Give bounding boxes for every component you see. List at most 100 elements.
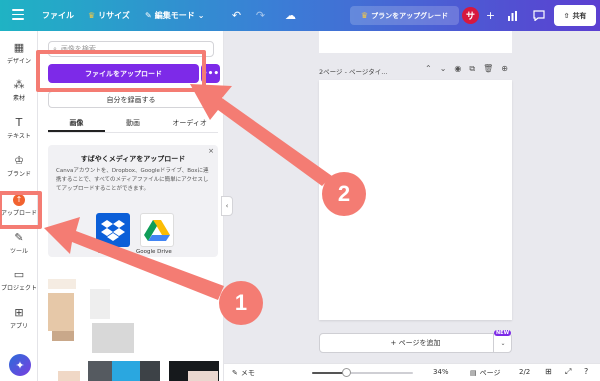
highlight-upload-rail-item	[0, 191, 42, 229]
zoom-slider-handle[interactable]	[342, 368, 351, 377]
google-drive-icon	[144, 220, 170, 241]
promo-title: すばやくメディアをアップロード	[80, 155, 186, 163]
undo-icon[interactable]: ↶	[228, 7, 245, 24]
page-toolbar: ⌃ ⌄ ◉ ⧉ 🗑 ⊕	[425, 64, 508, 74]
share-label: 共有	[572, 11, 587, 20]
collapse-panel-button[interactable]: ‹	[221, 196, 233, 216]
new-badge: NEW	[494, 330, 512, 336]
draw-icon: ✎	[14, 231, 24, 244]
edit-mode-dropdown[interactable]: ✎ 編集モード ⌄	[145, 10, 204, 21]
media-tabs: 画像 動画 オーディオ	[48, 115, 218, 133]
crown-icon: ♛	[360, 11, 369, 20]
upgrade-button[interactable]: ♛ プランをアップグレード	[350, 6, 459, 25]
page-count: 2/2	[519, 368, 531, 376]
edit-mode-label: 編集モード	[154, 11, 195, 20]
top-toolbar: ファイル ♛ リサイズ ✎ 編集モード ⌄ ↶ ↷ ☁ ♛ プランをアップグレー…	[0, 0, 600, 31]
media-thumbnail[interactable]	[140, 361, 160, 381]
rail-item-label: ブランド	[6, 171, 31, 178]
rail-item-apps[interactable]: ⊞ アプリ	[0, 306, 38, 330]
record-yourself-button[interactable]: 自分を録画する	[48, 91, 214, 108]
dropbox-button[interactable]	[96, 213, 130, 247]
media-thumbnail[interactable]	[48, 293, 74, 331]
add-member-icon[interactable]: +	[482, 7, 499, 24]
chevron-down-icon: ⌄	[500, 339, 506, 347]
media-thumbnail[interactable]	[112, 361, 140, 381]
media-thumbnail[interactable]	[188, 371, 218, 381]
resize-label: リサイズ	[98, 11, 130, 20]
zoom-level[interactable]: 34%	[433, 368, 449, 376]
pages-label: ページ	[479, 369, 501, 377]
avatar[interactable]: サ	[462, 7, 479, 24]
rail-item-brand[interactable]: ♔ ブランド	[0, 154, 38, 178]
rail-item-label: プロジェクト	[0, 285, 37, 292]
dropbox-label: Dropbox	[98, 249, 122, 255]
chevron-up-icon[interactable]: ⌃	[425, 64, 432, 74]
magic-assistant-button[interactable]: ✦	[9, 354, 31, 376]
rail-item-design[interactable]: ▦ デザイン	[0, 41, 38, 65]
google-drive-label: Google Drive	[136, 249, 172, 255]
zoom-slider-fill	[312, 372, 346, 374]
rail-item-draw[interactable]: ✎ ツール	[0, 231, 38, 255]
apps-icon: ⊞	[14, 306, 24, 319]
design-icon: ▦	[13, 41, 25, 54]
folder-icon: ▭	[13, 268, 25, 281]
chevron-down-icon[interactable]: ⌄	[440, 64, 447, 74]
connect-storage-card: × すばやくメディアをアップロード Canvaアカウントを、Dropbox、Go…	[48, 145, 218, 257]
eye-icon[interactable]: ◉	[454, 64, 461, 74]
tab-videos[interactable]: 動画	[105, 115, 162, 132]
menu-icon[interactable]	[12, 9, 24, 23]
grid-view-icon[interactable]: ⊞	[545, 367, 552, 376]
callout-2: 2	[322, 172, 366, 216]
page-title[interactable]: 2ページ - ページタイ...	[319, 66, 387, 76]
notes-label: メモ	[240, 369, 255, 377]
pages-button[interactable]: ▤ ページ	[470, 368, 501, 378]
resize-button[interactable]: ♛ リサイズ	[88, 10, 130, 21]
media-thumbnail[interactable]	[58, 371, 80, 381]
media-thumbnail[interactable]	[90, 289, 110, 319]
add-page-dropdown[interactable]: ⌄	[493, 333, 512, 353]
rail-item-label: デザイン	[6, 58, 31, 65]
dropbox-icon	[101, 220, 125, 241]
trash-icon[interactable]: 🗑	[483, 64, 493, 74]
google-drive-button[interactable]	[140, 213, 174, 247]
add-page-button[interactable]: + ページを追加	[319, 333, 512, 353]
rail-item-label: ツール	[9, 248, 28, 255]
media-thumbnail[interactable]	[92, 323, 134, 353]
media-thumbnail[interactable]	[48, 279, 76, 289]
cloud-sync-icon[interactable]: ☁	[282, 7, 299, 24]
fullscreen-icon[interactable]: ⤢	[565, 367, 571, 377]
file-menu[interactable]: ファイル	[42, 10, 74, 21]
notes-icon: ✎	[232, 369, 238, 377]
help-icon[interactable]: ?	[584, 367, 588, 376]
callout-1: 1	[219, 281, 263, 325]
pencil-icon: ✎	[145, 11, 152, 20]
rail-item-text[interactable]: T テキスト	[0, 116, 38, 140]
redo-icon[interactable]: ↷	[252, 7, 269, 24]
insights-chart-icon[interactable]	[504, 7, 521, 24]
rail-item-projects[interactable]: ▭ プロジェクト	[0, 268, 38, 292]
share-button[interactable]: ⇧ 共有	[554, 5, 596, 26]
tab-images[interactable]: 画像	[48, 115, 105, 132]
rail-item-label: 素材	[12, 95, 25, 102]
comment-icon[interactable]	[530, 7, 547, 24]
upgrade-label: プランをアップグレード	[371, 11, 449, 20]
duplicate-icon[interactable]: ⧉	[469, 64, 475, 74]
media-thumbnail[interactable]	[88, 361, 112, 381]
promo-description: Canvaアカウントを、Dropbox、Googleドライブ、Boxに連携するこ…	[56, 168, 209, 192]
share-icon: ⇧	[563, 11, 570, 20]
pages-icon: ▤	[470, 369, 477, 377]
elements-icon: ⁂	[13, 78, 25, 91]
brand-icon: ♔	[14, 154, 24, 167]
highlight-upload-button	[36, 50, 206, 92]
add-page-icon[interactable]: ⊕	[501, 64, 508, 74]
file-menu-label: ファイル	[42, 11, 74, 20]
chevron-down-icon: ⌄	[197, 11, 205, 20]
crown-icon: ♛	[88, 11, 96, 20]
rail-item-label: アプリ	[9, 323, 28, 330]
rail-item-elements[interactable]: ⁂ 素材	[0, 78, 38, 102]
previous-page[interactable]	[319, 31, 512, 53]
notes-button[interactable]: ✎ メモ	[232, 368, 255, 378]
tab-audio[interactable]: オーディオ	[161, 115, 218, 132]
media-thumbnail[interactable]	[52, 331, 74, 341]
chevron-left-icon: ‹	[225, 202, 229, 210]
